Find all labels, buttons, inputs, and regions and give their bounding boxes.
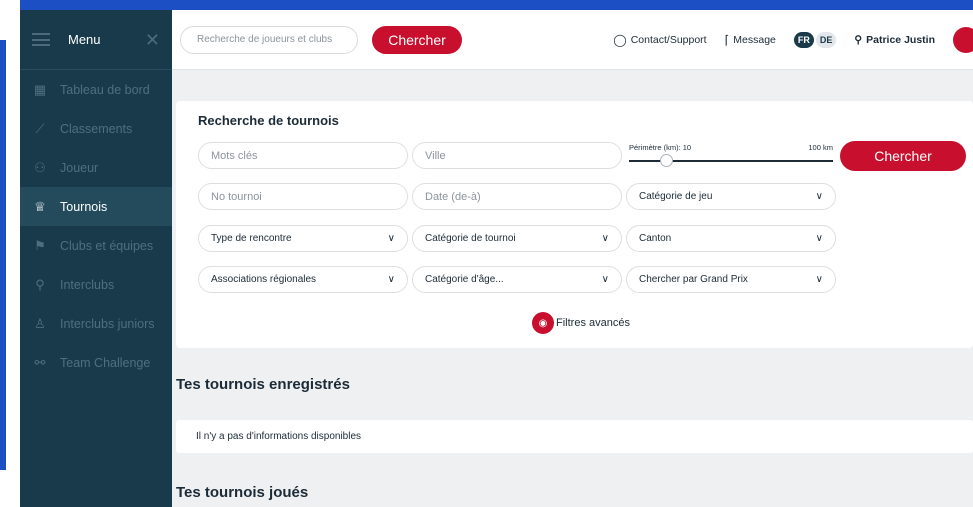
message-icon: ⌈: [724, 32, 730, 47]
grand-prix-select[interactable]: Chercher par Grand Prix ∨: [626, 266, 836, 293]
perimeter-max: 100 km: [808, 143, 833, 152]
sidebar-item-label: Classements: [60, 121, 133, 136]
sidebar-item-label: Joueur: [60, 160, 99, 175]
advanced-filters-label: Filtres avancés: [556, 317, 630, 329]
match-type-select[interactable]: Type de rencontre ∨: [198, 225, 408, 252]
registered-tournaments-title: Tes tournois enregistrés: [176, 376, 350, 393]
app-window: Menu ✕ ▦ Tableau de bord ⟋ Classements ⚇ Joue…: [20, 10, 973, 507]
chevron-down-icon: ∨: [387, 233, 395, 244]
sidebar-item-label: Interclubs juniors: [60, 316, 155, 331]
game-category-label: Catégorie de jeu: [639, 191, 713, 202]
sidebar-nav: ▦ Tableau de bord ⟋ Classements ⚇ Joueur ♕ Tour…: [20, 70, 172, 382]
trophy-icon: ♕: [34, 198, 46, 214]
registered-tournaments-empty: Il n'y a pas d'informations disponibles: [176, 420, 973, 453]
chevron-down-icon: ∨: [387, 274, 395, 285]
city-placeholder: Ville: [425, 149, 446, 162]
keywords-input[interactable]: Mots clés: [198, 142, 408, 169]
tournament-search-card: Recherche de tournois Mots clés Ville Pé…: [176, 101, 973, 348]
global-search-input[interactable]: [180, 25, 358, 54]
hamburger-icon[interactable]: [32, 33, 50, 46]
brand-logo[interactable]: [953, 26, 973, 53]
chevron-down-icon: ∨: [815, 191, 823, 202]
chevron-down-icon: ∨: [601, 233, 609, 244]
chart-icon: ⟋: [35, 120, 45, 136]
rackets-icon: ⚲: [35, 276, 45, 292]
tournament-number-input[interactable]: No tournoi: [198, 183, 408, 210]
contact-support-link[interactable]: ◯ Contact/Support: [613, 33, 706, 47]
team-icon: ⚯: [34, 354, 46, 370]
perimeter-slider[interactable]: Périmètre (km): 10 100 km: [629, 143, 833, 173]
message-label: Message: [733, 33, 776, 46]
sidebar-item-tournois[interactable]: ♕ Tournois: [20, 187, 172, 226]
window-frame-edge: [0, 40, 6, 470]
contact-support-label: Contact/Support: [630, 33, 707, 46]
lang-de-button[interactable]: DE: [815, 31, 837, 48]
sidebar-item-team-challenge[interactable]: ⚯ Team Challenge: [20, 343, 172, 382]
canton-select[interactable]: Canton ∨: [626, 225, 836, 252]
top-bar: Chercher ◯ Contact/Support ⌈ Message FR …: [172, 10, 973, 70]
chevron-down-icon: ∨: [815, 233, 823, 244]
global-search-button[interactable]: Chercher: [372, 25, 462, 54]
user-icon: ⚲: [854, 33, 863, 46]
sidebar-item-label: Interclubs: [60, 277, 115, 292]
junior-icon: ♙: [34, 315, 46, 331]
slider-knob[interactable]: [660, 154, 673, 167]
regional-associations-select[interactable]: Associations régionales ∨: [198, 266, 408, 293]
game-category-select[interactable]: Catégorie de jeu ∨: [626, 183, 836, 210]
window-frame-left: [0, 0, 20, 507]
dashboard-icon: ▦: [33, 81, 47, 97]
date-range-input[interactable]: Date (de-à): [412, 183, 622, 210]
keywords-placeholder: Mots clés: [211, 149, 258, 162]
sidebar-item-label: Tournois: [60, 199, 108, 214]
match-type-label: Type de rencontre: [211, 233, 292, 244]
sidebar-item-tableau-de-bord[interactable]: ▦ Tableau de bord: [20, 70, 172, 109]
city-input[interactable]: Ville: [412, 142, 622, 169]
user-name: Patrice Justin: [866, 33, 935, 46]
perimeter-label: Périmètre (km): 10: [629, 143, 692, 152]
sidebar-item-label: Tableau de bord: [60, 82, 150, 97]
players-icon: ⚇: [34, 159, 46, 175]
tournament-category-label: Catégorie de tournoi: [425, 233, 516, 244]
age-category-label: Catégorie d'âge...: [425, 274, 504, 285]
grand-prix-label: Chercher par Grand Prix: [639, 274, 748, 285]
sidebar: Menu ✕ ▦ Tableau de bord ⟋ Classements ⚇ Joue…: [20, 10, 172, 507]
message-link[interactable]: ⌈ Message: [725, 33, 776, 47]
tournament-number-placeholder: No tournoi: [211, 190, 262, 203]
language-switch: FR DE: [793, 31, 837, 48]
card-title: Recherche de tournois: [198, 113, 339, 128]
sidebar-item-interclubs-juniors[interactable]: ♙ Interclubs juniors: [20, 304, 172, 343]
user-menu[interactable]: ⚲ Patrice Justin: [854, 34, 935, 46]
age-category-select[interactable]: Catégorie d'âge... ∨: [412, 266, 622, 293]
chat-bubble-icon: ◯: [613, 32, 627, 47]
sidebar-item-classements[interactable]: ⟋ Classements: [20, 109, 172, 148]
tournament-search-button[interactable]: Chercher: [840, 141, 966, 171]
main-content: Chercher ◯ Contact/Support ⌈ Message FR …: [172, 10, 973, 507]
flag-icon: ⚑: [34, 237, 46, 253]
date-range-placeholder: Date (de-à): [425, 190, 481, 203]
eye-icon: ◉: [532, 312, 554, 334]
lang-fr-button[interactable]: FR: [793, 31, 814, 48]
sidebar-item-joueur[interactable]: ⚇ Joueur: [20, 148, 172, 187]
chevron-down-icon: ∨: [601, 274, 609, 285]
sidebar-item-label: Team Challenge: [60, 355, 151, 370]
sidebar-item-clubs-et-quipes[interactable]: ⚑ Clubs et équipes: [20, 226, 172, 265]
played-tournaments-title: Tes tournois joués: [176, 484, 309, 501]
regional-associations-label: Associations régionales: [211, 274, 317, 285]
menu-label: Menu: [68, 32, 101, 47]
advanced-filters-toggle[interactable]: ◉ Filtres avancés: [532, 312, 630, 334]
tournament-category-select[interactable]: Catégorie de tournoi ∨: [412, 225, 622, 252]
close-icon[interactable]: ✕: [145, 31, 160, 49]
canton-label: Canton: [639, 233, 672, 244]
top-links: ◯ Contact/Support ⌈ Message FR DE ⚲ Patr…: [613, 26, 973, 53]
sidebar-item-label: Clubs et équipes: [60, 238, 154, 253]
sidebar-header: Menu ✕: [20, 10, 172, 70]
empty-message: Il n'y a pas d'informations disponibles: [196, 431, 362, 442]
chevron-down-icon: ∨: [815, 274, 823, 285]
sidebar-item-interclubs[interactable]: ⚲ Interclubs: [20, 265, 172, 304]
